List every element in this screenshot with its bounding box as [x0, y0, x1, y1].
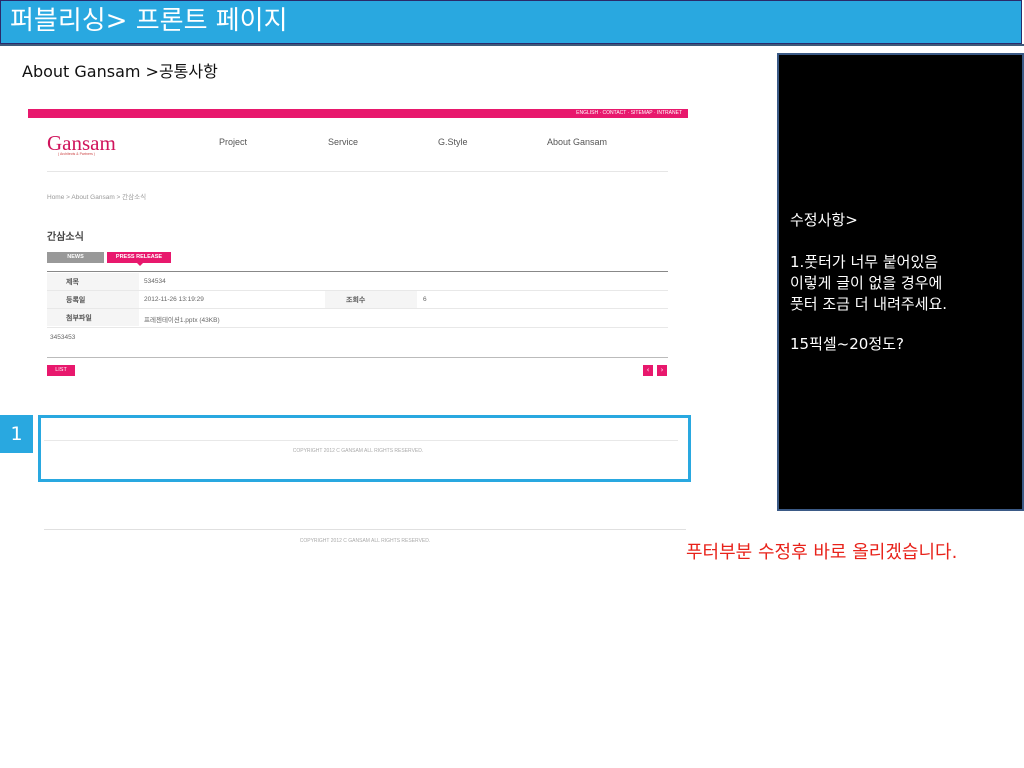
slide-title: 퍼블리싱> 프론트 페이지 — [10, 6, 288, 36]
reply-note: 푸터부분 수정후 바로 올리겠습니다. — [686, 542, 958, 563]
table-header-cell-bg — [47, 291, 139, 308]
views-label: 조회수 — [346, 296, 366, 304]
post-body-text: 3453453 — [50, 334, 76, 341]
callout-footer-copyright: COPYRIGHT 2012 C GANSAM ALL RIGHTS RESER… — [292, 448, 424, 454]
nav-divider — [47, 171, 668, 172]
date-label: 등록일 — [66, 296, 86, 304]
header-divider — [0, 44, 1024, 46]
notes-line: 1.풋터가 너무 붙어있음 — [790, 253, 939, 271]
table-row-divider — [47, 308, 668, 309]
site-top-bar: ENGLISH · CONTACT · SITEMAP · INTRANET — [28, 109, 688, 118]
notes-line: 풋터 조금 더 내려주세요. — [790, 295, 948, 313]
chevron-right-icon: › — [660, 366, 664, 374]
table-row-divider — [47, 327, 668, 328]
nav-item-gstyle[interactable]: G.Style — [438, 137, 468, 147]
table-header-cell-bg — [325, 291, 417, 308]
table-header-cell-bg — [47, 309, 139, 326]
title-value: 534534 — [144, 278, 166, 285]
list-button[interactable]: LIST — [47, 365, 75, 376]
site-breadcrumb: Home > About Gansam > 간삼소식 — [47, 194, 147, 201]
table-top-border — [47, 271, 668, 272]
chevron-left-icon: ‹ — [646, 366, 650, 374]
title-label: 제목 — [66, 278, 79, 286]
views-value: 6 — [423, 296, 427, 303]
utility-links[interactable]: ENGLISH · CONTACT · SITEMAP · INTRANET — [576, 109, 688, 118]
tab-news[interactable]: NEWS — [47, 252, 104, 263]
page-title: 간삼소식 — [47, 232, 84, 243]
notes-heading: 수정사항> — [790, 211, 858, 229]
date-value: 2012-11-26 13:19:29 — [144, 296, 204, 303]
attachment-link[interactable]: 프레젠테이션1.pptx (43KB) — [144, 314, 220, 324]
callout-footer-divider — [44, 440, 678, 441]
nav-item-service[interactable]: Service — [328, 137, 358, 147]
notes-line: 이렇게 글이 없을 경우에 — [790, 274, 943, 292]
tab-press-release[interactable]: PRESS RELEASE — [107, 252, 171, 263]
slide-breadcrumb: About Gansam >공통사항 — [22, 62, 218, 81]
notes-line: 15픽셀~20정도? — [790, 335, 904, 353]
active-tab-pointer — [137, 263, 143, 266]
site-logo-subtitle: ( Architects & Partners ) — [58, 152, 95, 156]
footer-divider — [44, 529, 686, 530]
attachment-label: 첨부파일 — [66, 314, 92, 322]
table-header-cell-bg — [47, 273, 139, 290]
nav-item-about-gansam[interactable]: About Gansam — [547, 137, 607, 147]
prev-button[interactable]: ‹ — [643, 365, 653, 376]
footer-copyright: COPYRIGHT 2012 C GANSAM ALL RIGHTS RESER… — [299, 538, 431, 544]
next-button[interactable]: › — [657, 365, 667, 376]
nav-item-project[interactable]: Project — [219, 137, 247, 147]
table-bottom-border — [47, 357, 668, 358]
